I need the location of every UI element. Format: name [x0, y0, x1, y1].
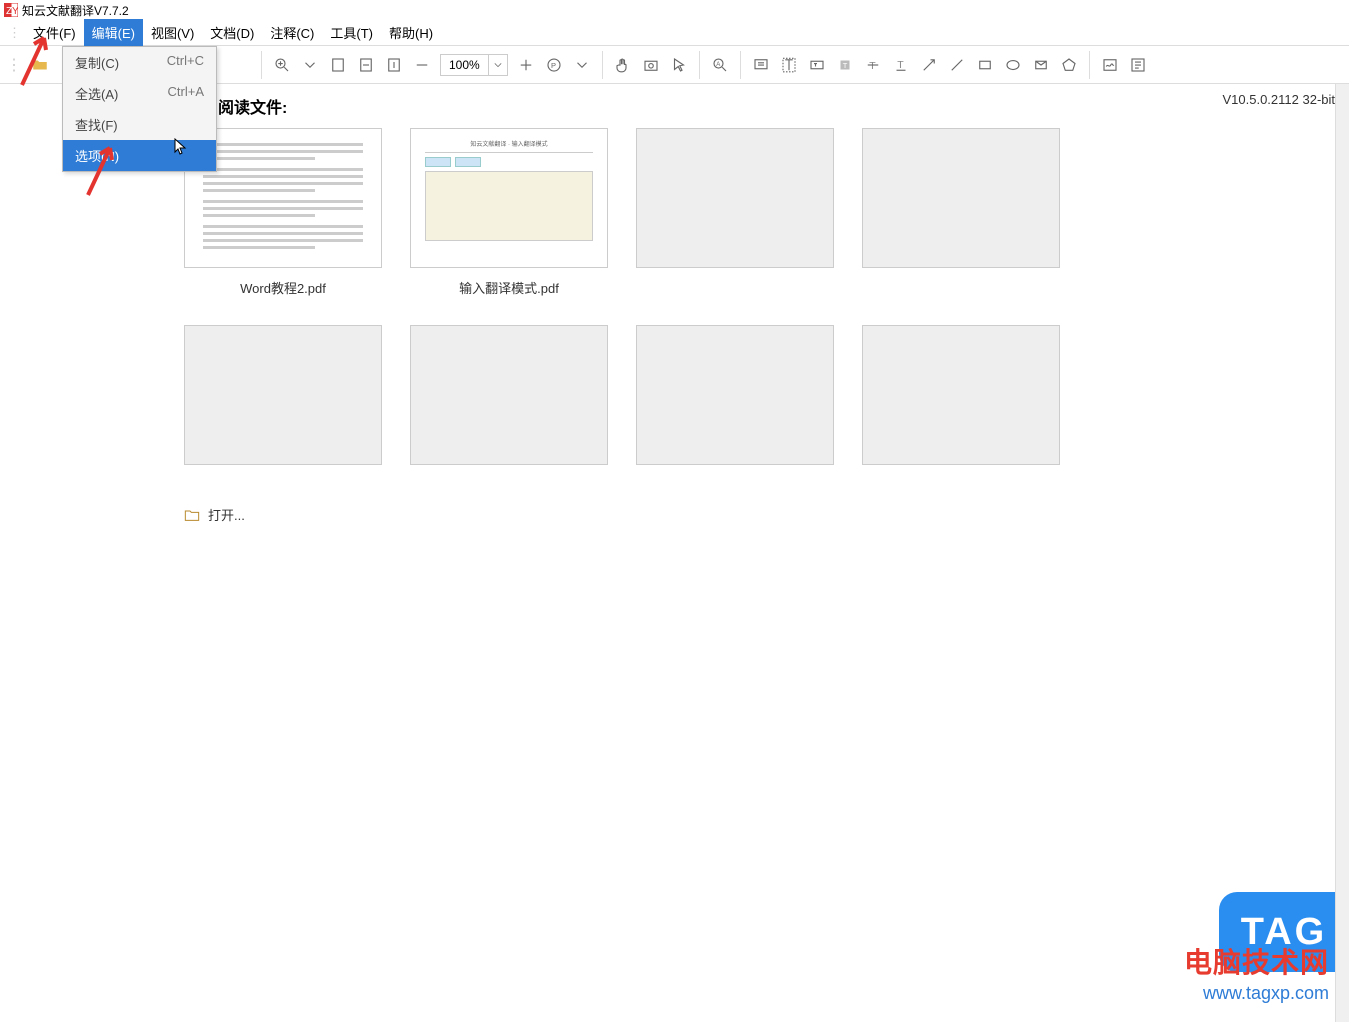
stamp-button[interactable] [1027, 51, 1055, 79]
vertical-scrollbar[interactable] [1335, 84, 1349, 1022]
file-card[interactable]: 知云文献翻译 · 输入翻译模式 输入翻译模式.pdf [410, 128, 608, 297]
file-thumbnail-empty [862, 325, 1060, 465]
file-thumbnail-empty [410, 325, 608, 465]
presentation-button[interactable]: P [540, 51, 568, 79]
snapshot-button[interactable] [637, 51, 665, 79]
svg-text:P: P [551, 61, 556, 70]
watermark-line1: 电脑技术网 [1184, 941, 1329, 981]
zoom-caret-icon[interactable] [488, 55, 507, 75]
svg-text:T: T [869, 59, 876, 71]
open-label: 打开... [208, 505, 245, 524]
file-card-empty[interactable] [636, 128, 834, 297]
file-card-empty[interactable] [862, 128, 1060, 297]
sign-button[interactable] [1096, 51, 1124, 79]
note-button[interactable] [747, 51, 775, 79]
file-card-empty[interactable] [636, 325, 834, 465]
file-label: 输入翻译模式.pdf [410, 278, 608, 297]
title-bar: ZY 知云文献翻译V7.7.2 [0, 0, 1349, 20]
svg-text:A: A [716, 61, 720, 67]
svg-text:Y: Y [12, 6, 18, 17]
textbox-button[interactable] [803, 51, 831, 79]
dropdown-selectall-shortcut: Ctrl+A [168, 84, 204, 103]
underline-button[interactable]: T [887, 51, 915, 79]
arrow-annot-button[interactable] [915, 51, 943, 79]
recent-files-grid: Word教程2.pdf 知云文献翻译 · 输入翻译模式 输入翻译模式.pdf [184, 128, 1104, 465]
file-card-empty[interactable] [184, 325, 382, 465]
toolbar-separator [699, 51, 700, 79]
open-file-link[interactable]: 打开... [184, 505, 1349, 524]
annotation-arrow [14, 30, 54, 95]
watermark: 电脑技术网 www.tagxp.com [1184, 941, 1329, 1004]
zoom-out-button[interactable] [408, 51, 436, 79]
dropdown-find-label: 查找(F) [75, 115, 118, 134]
dropdown-find[interactable]: 查找(F) [63, 109, 216, 140]
menu-annotation[interactable]: 注释(C) [262, 19, 322, 46]
dropdown-selectall[interactable]: 全选(A) Ctrl+A [63, 78, 216, 109]
file-card-empty[interactable] [410, 325, 608, 465]
toolbar-separator [261, 51, 262, 79]
watermark-line2: www.tagxp.com [1184, 983, 1329, 1004]
fit-width-button[interactable] [352, 51, 380, 79]
zoom-value: 100% [441, 58, 488, 72]
window-title: 知云文献翻译V7.7.2 [22, 2, 129, 19]
mouse-cursor-icon [174, 138, 188, 161]
file-thumbnail-empty [636, 325, 834, 465]
svg-text:T: T [842, 61, 847, 70]
fit-height-button[interactable] [380, 51, 408, 79]
dropdown-selectall-label: 全选(A) [75, 84, 118, 103]
file-thumbnail: 知云文献翻译 · 输入翻译模式 [410, 128, 608, 268]
toolbar-separator [602, 51, 603, 79]
fit-page-button[interactable] [324, 51, 352, 79]
form-button[interactable] [1124, 51, 1152, 79]
ellipse-annot-button[interactable] [999, 51, 1027, 79]
file-card-empty[interactable] [862, 325, 1060, 465]
folder-icon [184, 508, 200, 522]
polygon-button[interactable] [1055, 51, 1083, 79]
text-annot-button[interactable] [775, 51, 803, 79]
hand-tool-button[interactable] [609, 51, 637, 79]
app-icon: ZY [4, 3, 18, 17]
file-thumbnail-empty [862, 128, 1060, 268]
dropdown-copy-shortcut: Ctrl+C [167, 53, 204, 72]
line-annot-button[interactable] [943, 51, 971, 79]
dropdown-copy[interactable]: 复制(C) Ctrl+C [63, 47, 216, 78]
menu-bar: ⋮ 文件(F) 编辑(E) 视图(V) 文档(D) 注释(C) 工具(T) 帮助… [0, 20, 1349, 46]
menu-edit[interactable]: 编辑(E) [84, 19, 143, 46]
presentation-dropdown[interactable] [568, 51, 596, 79]
zoom-dropdown-button[interactable] [296, 51, 324, 79]
select-tool-button[interactable] [665, 51, 693, 79]
zoom-in-button[interactable] [268, 51, 296, 79]
version-label: V10.5.0.2112 32-bit [1222, 92, 1335, 107]
menu-tool[interactable]: 工具(T) [322, 19, 381, 46]
rect-annot-button[interactable] [971, 51, 999, 79]
menu-help[interactable]: 帮助(H) [381, 19, 441, 46]
section-title: 阅读文件: [218, 94, 1349, 118]
file-label: Word教程2.pdf [184, 278, 382, 297]
dropdown-copy-label: 复制(C) [75, 53, 119, 72]
toolbar-separator [740, 51, 741, 79]
file-thumbnail-empty [184, 325, 382, 465]
svg-text:T: T [897, 59, 904, 71]
search-button[interactable]: A [706, 51, 734, 79]
annotation-arrow [80, 140, 120, 205]
zoom-combo[interactable]: 100% [440, 54, 508, 76]
highlight-button[interactable]: T [831, 51, 859, 79]
strikethrough-button[interactable]: T [859, 51, 887, 79]
file-thumbnail-empty [636, 128, 834, 268]
menu-document[interactable]: 文档(D) [202, 19, 262, 46]
menu-view[interactable]: 视图(V) [143, 19, 202, 46]
toolbar-separator [1089, 51, 1090, 79]
zoom-plus-button[interactable] [512, 51, 540, 79]
